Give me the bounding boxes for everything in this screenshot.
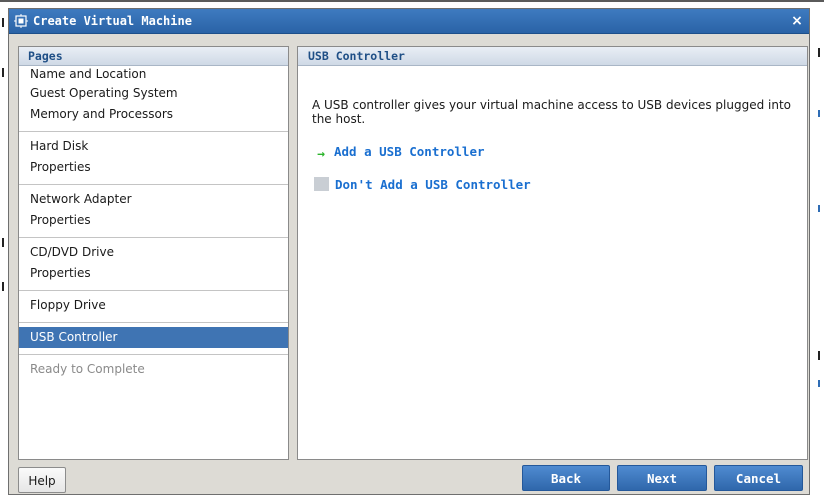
page-hard-disk[interactable]: Hard Disk bbox=[19, 136, 288, 157]
page-group: Hard Disk Properties bbox=[19, 132, 288, 185]
page-network-adapter[interactable]: Network Adapter bbox=[19, 189, 288, 210]
background-mark bbox=[818, 380, 820, 387]
back-button[interactable]: Back bbox=[522, 465, 610, 491]
pages-header: Pages bbox=[19, 47, 288, 66]
close-icon[interactable]: × bbox=[789, 13, 805, 29]
page-memory-processors[interactable]: Memory and Processors bbox=[19, 104, 288, 125]
page-group: CD/DVD Drive Properties bbox=[19, 238, 288, 291]
content-panel: USB Controller A USB controller gives yo… bbox=[297, 46, 808, 460]
add-usb-controller-label: Add a USB Controller bbox=[334, 144, 485, 159]
background-mark bbox=[818, 351, 820, 360]
dont-add-usb-controller-label: Don't Add a USB Controller bbox=[335, 177, 531, 192]
page-hard-disk-properties[interactable]: Properties bbox=[19, 157, 288, 178]
next-button[interactable]: Next bbox=[617, 465, 707, 491]
page-network-adapter-properties[interactable]: Properties bbox=[19, 210, 288, 231]
page-floppy-drive[interactable]: Floppy Drive bbox=[19, 295, 288, 316]
page-usb-controller[interactable]: USB Controller bbox=[19, 327, 288, 348]
background-mark bbox=[2, 68, 4, 77]
window-title: Create Virtual Machine bbox=[33, 14, 192, 28]
content-header: USB Controller bbox=[298, 47, 807, 66]
gray-box-icon bbox=[314, 177, 329, 191]
background-mark bbox=[2, 18, 4, 27]
background-mark bbox=[818, 48, 820, 57]
background-mark bbox=[818, 110, 820, 117]
page-group: Ready to Complete bbox=[19, 355, 288, 386]
dont-add-usb-controller-option[interactable]: Don't Add a USB Controller bbox=[314, 176, 531, 194]
page-name-and-location[interactable]: Name and Location bbox=[19, 67, 288, 83]
page-cd-dvd-properties[interactable]: Properties bbox=[19, 263, 288, 284]
page-guest-os[interactable]: Guest Operating System bbox=[19, 83, 288, 104]
cancel-button[interactable]: Cancel bbox=[714, 465, 803, 491]
page-group: Name and Location Guest Operating System… bbox=[19, 66, 288, 132]
title-bar[interactable]: Create Virtual Machine × bbox=[9, 9, 809, 34]
pages-panel: Pages Name and Location Guest Operating … bbox=[18, 46, 289, 460]
add-usb-controller-option[interactable]: → Add a USB Controller bbox=[314, 143, 485, 162]
background-mark bbox=[818, 205, 820, 212]
background-app-edge bbox=[0, 0, 824, 2]
page-group: Network Adapter Properties bbox=[19, 185, 288, 238]
background-mark bbox=[2, 238, 4, 247]
vm-wizard-icon bbox=[13, 13, 29, 29]
create-vm-dialog: Create Virtual Machine × Pages Name and … bbox=[8, 8, 810, 495]
page-ready-to-complete: Ready to Complete bbox=[30, 362, 145, 376]
help-button[interactable]: Help bbox=[18, 467, 66, 493]
page-group: USB Controller bbox=[19, 323, 288, 355]
background-mark bbox=[2, 282, 4, 291]
usb-description: A USB controller gives your virtual mach… bbox=[312, 98, 792, 126]
green-arrow-icon: → bbox=[317, 147, 325, 162]
page-group: Floppy Drive bbox=[19, 291, 288, 323]
page-cd-dvd-drive[interactable]: CD/DVD Drive bbox=[19, 242, 288, 263]
